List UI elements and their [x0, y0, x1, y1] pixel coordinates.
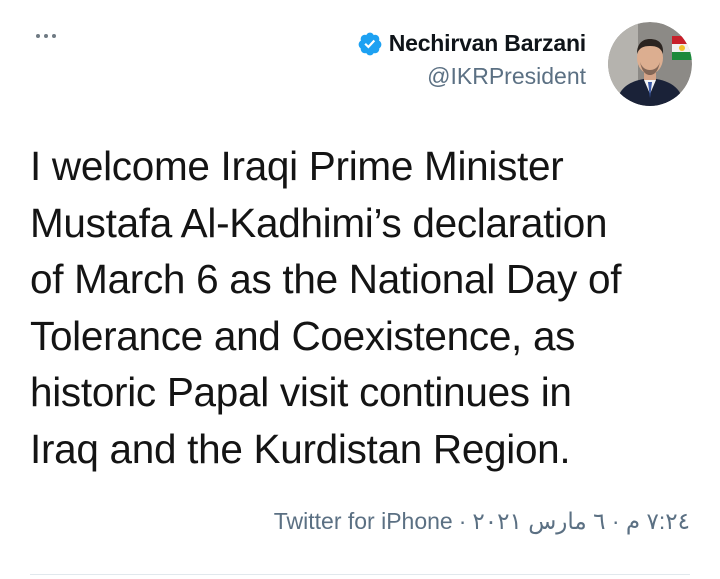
tweet-timestamp[interactable]: ٧:٢٤ م · ٦ مارس ٢٠٢١: [472, 508, 690, 535]
tweet-source-link[interactable]: Twitter for iPhone: [274, 508, 453, 535]
tweet-text: I welcome Iraqi Prime Minister Mustafa A…: [30, 143, 622, 472]
author-block[interactable]: Nechirvan Barzani @IKRPresident: [357, 30, 586, 90]
profile-photo-icon: [608, 22, 692, 106]
more-options-icon[interactable]: [34, 30, 58, 42]
meta-separator: ·: [458, 508, 467, 534]
more-dot: [36, 34, 40, 38]
author-handle[interactable]: @IKRPresident: [357, 63, 586, 90]
more-dot: [52, 34, 56, 38]
avatar[interactable]: [608, 22, 692, 106]
tweet-meta: Twitter for iPhone · ٧:٢٤ م · ٦ مارس ٢٠٢…: [274, 508, 690, 535]
author-name-row: Nechirvan Barzani: [357, 30, 586, 57]
author-name[interactable]: Nechirvan Barzani: [389, 30, 586, 57]
more-dot: [44, 34, 48, 38]
divider: [30, 574, 690, 575]
verified-badge-icon: [358, 32, 382, 55]
